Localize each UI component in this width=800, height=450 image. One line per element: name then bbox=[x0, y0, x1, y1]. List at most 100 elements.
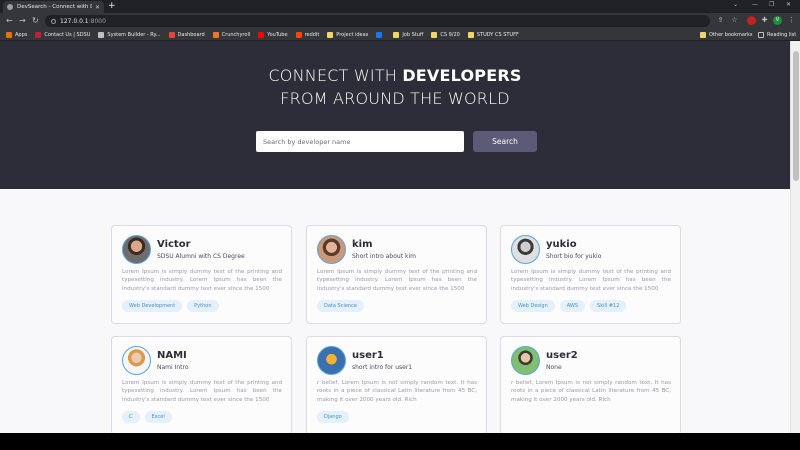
close-window-icon[interactable]: ✕ bbox=[786, 1, 791, 8]
hero-title-bold: DEVELOPERS bbox=[402, 66, 522, 85]
bookmark-label: reddit bbox=[304, 31, 320, 38]
puzzle-icon[interactable]: ✚ bbox=[760, 16, 769, 25]
scrollbar-thumb[interactable] bbox=[793, 51, 799, 181]
bookmark-label: STUDY CS STUFF bbox=[476, 31, 519, 38]
card-names: kim Short intro about kim bbox=[352, 238, 416, 262]
skill-tag: Skill #12 bbox=[590, 300, 627, 312]
developer-card[interactable]: yukio Short bio for yukio Lorem Ipsum is s… bbox=[500, 225, 681, 324]
developer-card[interactable]: kim Short intro about kim Lorem Ipsum is s… bbox=[306, 225, 487, 324]
skill-tags: Data Science bbox=[317, 300, 369, 312]
developer-intro: None bbox=[546, 363, 562, 371]
bookmark-item[interactable]: Project ideas bbox=[327, 31, 369, 38]
bookmark-label: Job Stuff bbox=[402, 31, 424, 38]
url-host: 127.0.0.1 bbox=[60, 17, 89, 25]
globe-icon bbox=[7, 4, 13, 10]
card-names: user2 None bbox=[546, 349, 578, 373]
developer-card[interactable]: user1 short intro for user1 r belief, Lore… bbox=[306, 336, 487, 433]
skill-tag: Data Science bbox=[317, 300, 364, 312]
bookmark-item[interactable]: STUDY CS STUFF bbox=[467, 31, 519, 38]
developer-intro: SDSU Alumni with CS Degree bbox=[157, 252, 245, 260]
card-header: user1 short intro for user1 bbox=[317, 346, 412, 375]
developer-intro: short intro for user1 bbox=[352, 363, 413, 371]
profile-avatar[interactable]: V bbox=[773, 16, 782, 25]
apps-grid-icon bbox=[6, 31, 12, 38]
forward-icon[interactable]: → bbox=[19, 16, 26, 26]
share-icon[interactable]: ⇪ bbox=[716, 16, 725, 25]
skill-tag: C bbox=[122, 411, 140, 423]
bookmark-label: System Builder - Ry... bbox=[107, 31, 161, 38]
kebab-menu-icon[interactable]: ⋮ bbox=[787, 16, 796, 25]
bookmark-label: Dashboard bbox=[177, 31, 205, 38]
reddit-icon bbox=[295, 31, 302, 38]
browser-toolbar: ← → ↻ 127.0.0.1 :8000 ⇪ ☆ ✚ V ⋮ bbox=[0, 13, 800, 29]
extension-red-icon[interactable] bbox=[747, 16, 756, 25]
bookmark-label: Project ideas bbox=[336, 31, 369, 38]
developer-card[interactable]: user2 None r belief, Lorem Ipsum is not si… bbox=[500, 336, 681, 433]
reading-list-label: Reading list bbox=[767, 32, 797, 38]
developer-bio: Lorem Ipsum is simply dummy text of the … bbox=[122, 380, 282, 403]
bookmark-item[interactable]: Apps bbox=[6, 31, 28, 38]
person-photo-icon bbox=[511, 235, 540, 264]
developer-intro: Short intro about kim bbox=[352, 252, 416, 260]
chevron-down-icon[interactable]: ⌄ bbox=[733, 1, 738, 8]
skill-tag: Excel bbox=[144, 411, 172, 423]
youtube-icon bbox=[258, 31, 265, 38]
folder-icon bbox=[700, 32, 706, 38]
back-icon[interactable]: ← bbox=[6, 16, 13, 26]
minimize-icon[interactable]: — bbox=[752, 1, 758, 8]
reading-list[interactable]: Reading list bbox=[758, 29, 796, 41]
tab-title: DevSearch - Connect with Develo bbox=[17, 4, 92, 10]
bookmark-label: Apps bbox=[15, 31, 28, 38]
developer-name: user2 bbox=[546, 349, 578, 361]
developer-bio: r belief, Lorem Ipsum is not simply rand… bbox=[317, 380, 477, 403]
other-bookmarks[interactable]: Other bookmarks bbox=[700, 29, 752, 41]
bookmark-item[interactable]: Dashboard bbox=[168, 31, 205, 38]
person-photo-icon bbox=[122, 346, 151, 375]
close-icon[interactable]: ✕ bbox=[95, 4, 100, 11]
card-names: user1 short intro for user1 bbox=[352, 349, 412, 373]
bookmark-item[interactable]: System Builder - Ry... bbox=[98, 31, 161, 38]
bookmark-item[interactable]: CS 9/20 bbox=[431, 31, 460, 38]
hero-title-prefix: CONNECT WITH bbox=[268, 66, 403, 85]
card-header: Victor SDSU Alumni with CS Degree bbox=[122, 235, 245, 264]
bookmark-item[interactable]: Job Stuff bbox=[393, 31, 424, 38]
hero-title: CONNECT WITH DEVELOPERS FROM AROUND THE … bbox=[0, 64, 790, 110]
hero-section: CONNECT WITH DEVELOPERS FROM AROUND THE … bbox=[0, 41, 790, 189]
skill-tag: Django bbox=[317, 411, 349, 423]
developer-intro: Nami Intro bbox=[157, 363, 189, 371]
bookmark-item[interactable]: Crunchyroll bbox=[212, 31, 250, 38]
new-tab-button[interactable]: + bbox=[108, 1, 116, 12]
sdsu-icon bbox=[35, 31, 42, 38]
info-icon[interactable] bbox=[51, 18, 56, 24]
developer-name: user1 bbox=[352, 349, 384, 361]
card-header: kim Short intro about kim bbox=[317, 235, 416, 264]
other-bookmarks-label: Other bookmarks bbox=[709, 32, 753, 38]
developer-search-input[interactable] bbox=[256, 131, 464, 152]
page-scrollbar[interactable] bbox=[790, 41, 800, 433]
bookmark-item[interactable] bbox=[376, 31, 385, 38]
card-header: NAMI Nami Intro bbox=[122, 346, 189, 375]
star-icon[interactable]: ☆ bbox=[730, 16, 739, 25]
hero-title-line2: FROM AROUND THE WORLD bbox=[280, 89, 510, 108]
bookmark-item[interactable]: YouTube bbox=[258, 31, 288, 38]
skill-tag: Web Design bbox=[511, 300, 555, 312]
reload-icon[interactable]: ↻ bbox=[32, 16, 39, 26]
skill-tag: Python bbox=[187, 300, 219, 312]
developer-card[interactable]: Victor SDSU Alumni with CS Degree Lorem Ip… bbox=[111, 225, 292, 324]
skill-tag: Web Development bbox=[122, 300, 183, 312]
skill-tags: C Excel bbox=[122, 411, 177, 423]
dashboard-icon bbox=[168, 31, 175, 38]
person-photo-icon bbox=[317, 235, 346, 264]
bookmark-item[interactable]: reddit bbox=[295, 31, 320, 38]
bookmark-item[interactable]: Contact Us | SDSU bbox=[35, 31, 90, 38]
address-bar[interactable]: 127.0.0.1 :8000 bbox=[45, 15, 710, 27]
bookmarks-bar: Apps Contact Us | SDSU System Builder - Ry… bbox=[0, 29, 800, 41]
developer-card[interactable]: NAMI Nami Intro Lorem Ipsum is simply dumm… bbox=[111, 336, 292, 433]
browser-tab[interactable]: DevSearch - Connect with Develo ✕ bbox=[3, 1, 104, 13]
maximize-icon[interactable]: ❐ bbox=[769, 1, 774, 8]
search-button[interactable]: Search bbox=[473, 131, 537, 152]
folder-icon bbox=[327, 31, 334, 38]
browser-tab-strip: DevSearch - Connect with Develo ✕ + ⌄ — … bbox=[0, 0, 800, 13]
facebook-icon bbox=[376, 31, 383, 38]
developer-name: kim bbox=[352, 238, 373, 250]
